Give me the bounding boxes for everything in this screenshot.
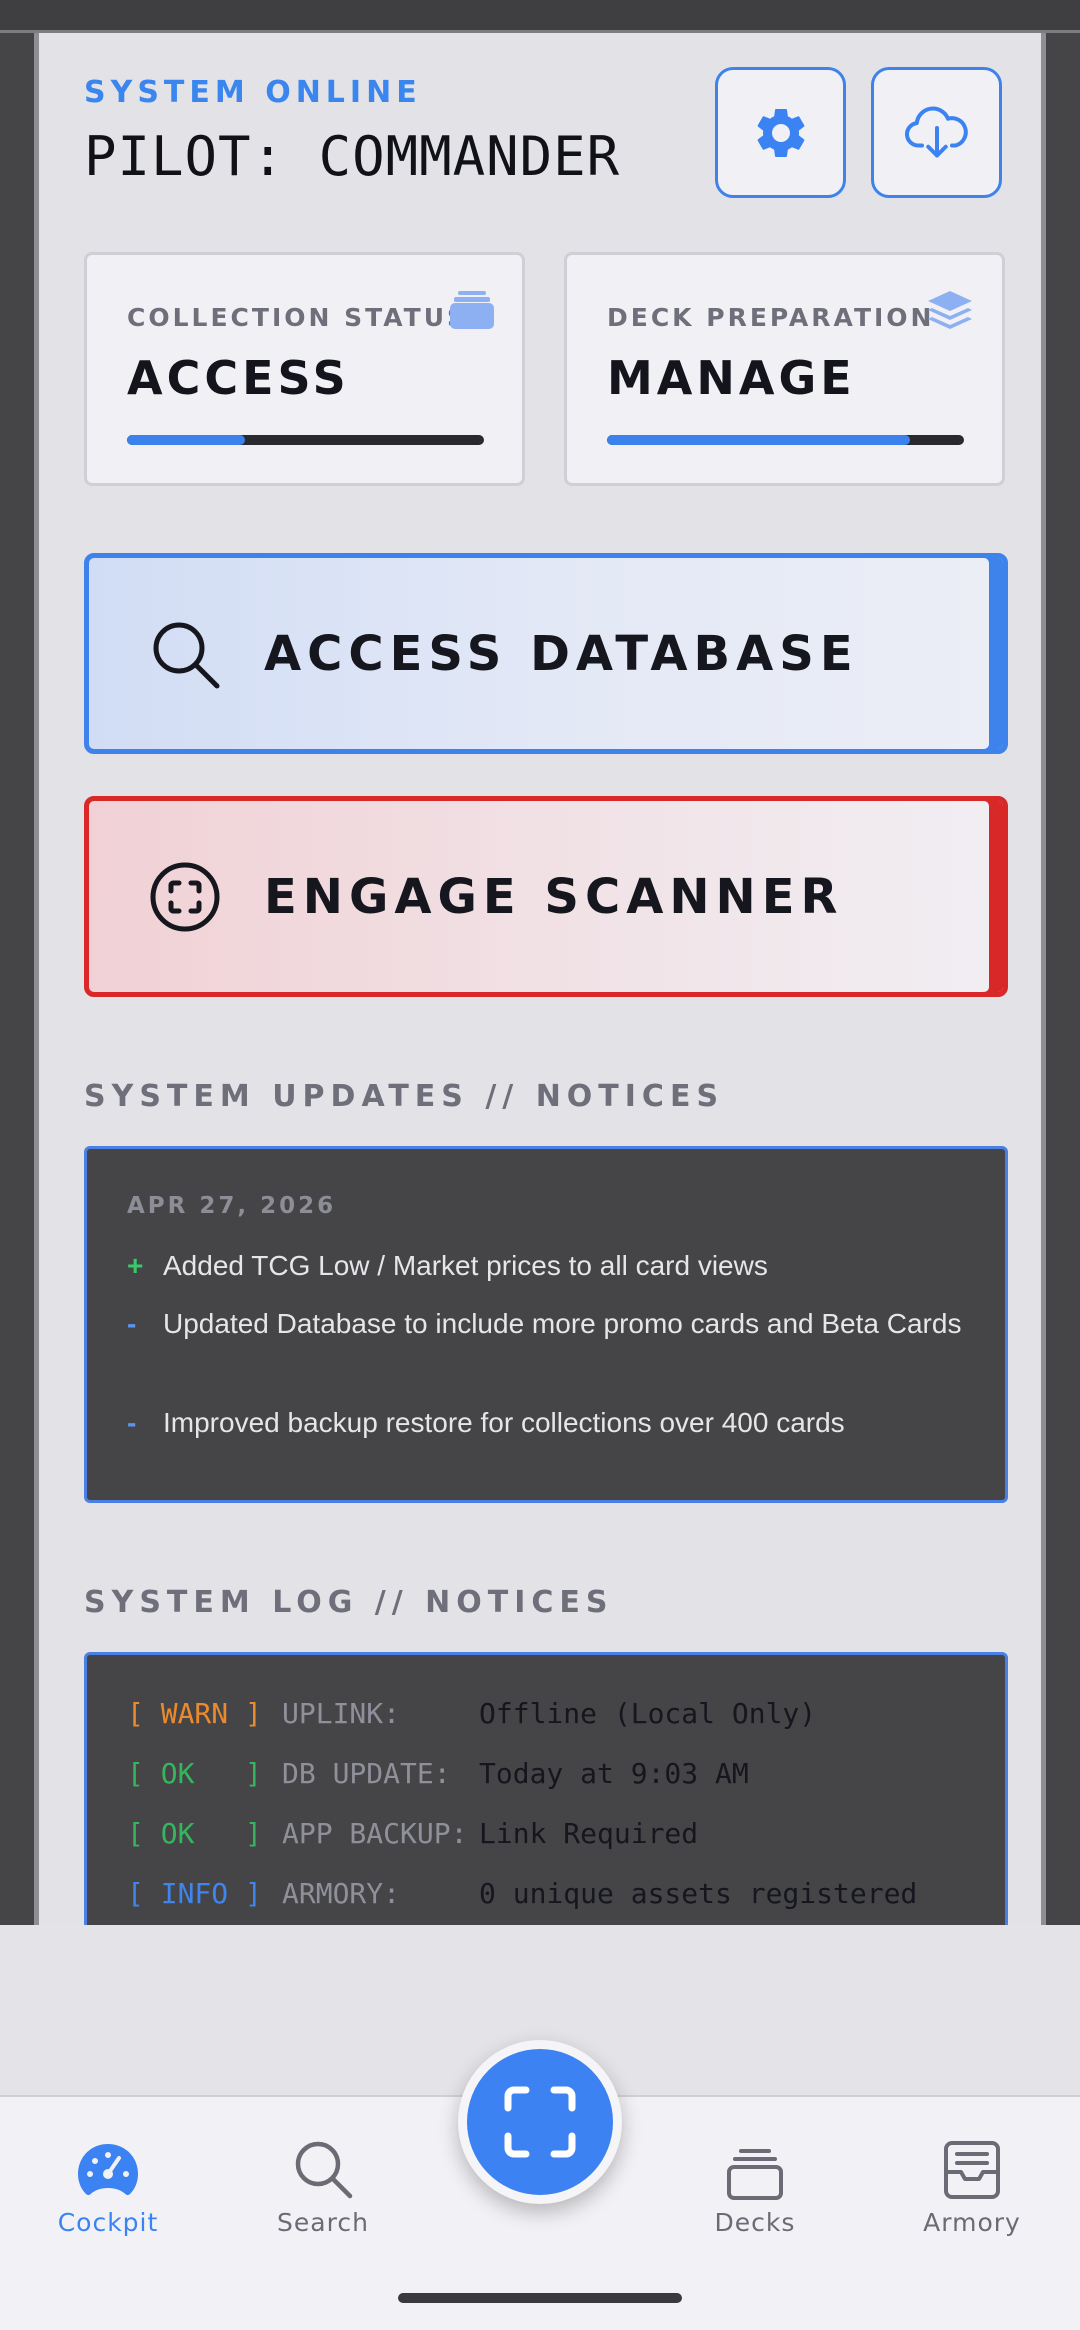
- system-log-card: [ WARN ] UPLINK: Offline (Local Only) [ …: [84, 1652, 1008, 1925]
- collection-progress-fill: [127, 435, 245, 445]
- log-row: [ OK ] APP BACKUP: Link Required: [127, 1817, 698, 1850]
- log-tag-info: [ INFO ]: [127, 1877, 262, 1910]
- deck-preparation-label: DECK PREPARATION: [607, 303, 935, 332]
- update-text: Added TCG Low / Market prices to all car…: [163, 1250, 768, 1281]
- search-icon: [153, 622, 220, 689]
- collection-status-value: ACCESS: [127, 351, 350, 405]
- update-text: Improved backup restore for collections …: [163, 1407, 845, 1438]
- log-value: Today at 9:03 AM: [479, 1757, 749, 1790]
- update-item: + Added TCG Low / Market prices to all c…: [127, 1245, 965, 1286]
- gear-icon: [757, 108, 804, 157]
- deck-preparation-value: MANAGE: [607, 351, 856, 405]
- scan-icon: [504, 2086, 576, 2158]
- update-item: - Updated Database to include more promo…: [127, 1303, 965, 1344]
- log-key: UPLINK:: [282, 1697, 401, 1730]
- log-key: APP BACKUP:: [282, 1817, 468, 1850]
- access-database-button[interactable]: ACCESS DATABASE: [84, 553, 1008, 754]
- decks-icon: [727, 2149, 783, 2200]
- log-value: Offline (Local Only): [479, 1697, 817, 1730]
- deck-progress-bar: [607, 435, 964, 445]
- tab-decks[interactable]: Decks: [665, 2120, 845, 2237]
- tab-label: Search: [277, 2208, 369, 2237]
- pilot-name: PILOT: COMMANDER: [84, 125, 621, 188]
- added-marker: +: [127, 1250, 144, 1281]
- collection-status-label: COLLECTION STATUS: [127, 303, 469, 332]
- engage-scanner-label: ENGAGE SCANNER: [264, 868, 844, 925]
- log-key: DB UPDATE:: [282, 1757, 451, 1790]
- tab-label: Cockpit: [57, 2208, 159, 2237]
- tab-label: Armory: [923, 2208, 1021, 2237]
- settings-button[interactable]: [715, 67, 846, 198]
- updates-section-title: SYSTEM UPDATES // NOTICES: [84, 1079, 725, 1114]
- engage-scanner-button[interactable]: ENGAGE SCANNER: [84, 796, 1008, 997]
- scan-fab-button[interactable]: [458, 2040, 622, 2204]
- collection-progress-bar: [127, 435, 484, 445]
- top-strip: [0, 0, 1080, 33]
- changed-marker: -: [127, 1308, 137, 1339]
- system-status: SYSTEM ONLINE: [84, 75, 422, 110]
- tab-armory[interactable]: Armory: [882, 2120, 1062, 2237]
- scan-icon: [150, 862, 220, 932]
- archive-icon: [944, 2141, 1000, 2199]
- deck-preparation-card[interactable]: DECK PREPARATION MANAGE: [564, 252, 1005, 486]
- log-section-title: SYSTEM LOG // NOTICES: [84, 1585, 614, 1620]
- cloud-download-icon: [904, 106, 968, 157]
- access-database-label: ACCESS DATABASE: [264, 625, 859, 682]
- log-row: [ WARN ] UPLINK: Offline (Local Only): [127, 1697, 816, 1730]
- tab-label: Decks: [714, 2208, 796, 2237]
- cards-icon: [450, 291, 494, 329]
- updates-date: APR 27, 2026: [127, 1193, 337, 1219]
- collection-status-card[interactable]: COLLECTION STATUS ACCESS: [84, 252, 525, 486]
- tab-search[interactable]: Search: [233, 2120, 413, 2237]
- tab-cockpit[interactable]: Cockpit: [18, 2120, 198, 2237]
- log-tag-ok: [ OK ]: [127, 1817, 262, 1850]
- cockpit-panel: SYSTEM ONLINE PILOT: COMMANDER COLLECTIO…: [34, 33, 1046, 1925]
- layers-icon: [928, 291, 972, 329]
- changed-marker: -: [127, 1407, 137, 1438]
- cloud-backup-button[interactable]: [871, 67, 1002, 198]
- log-row: [ OK ] DB UPDATE: Today at 9:03 AM: [127, 1757, 749, 1790]
- log-tag-ok: [ OK ]: [127, 1757, 262, 1790]
- deck-progress-fill: [607, 435, 911, 445]
- update-item: - Improved backup restore for collection…: [127, 1402, 965, 1443]
- log-value: Link Required: [479, 1817, 699, 1850]
- log-row: [ INFO ] ARMORY: 0 unique assets registe…: [127, 1877, 917, 1910]
- dashboard-icon: [78, 2144, 138, 2195]
- home-indicator: [398, 2293, 682, 2303]
- log-value: 0 unique assets registered: [479, 1877, 918, 1910]
- log-tag-warn: [ WARN ]: [127, 1697, 262, 1730]
- log-key: ARMORY:: [282, 1877, 401, 1910]
- search-icon: [295, 2141, 353, 2199]
- update-text: Updated Database to include more promo c…: [163, 1308, 962, 1339]
- updates-card: APR 27, 2026 + Added TCG Low / Market pr…: [84, 1146, 1008, 1503]
